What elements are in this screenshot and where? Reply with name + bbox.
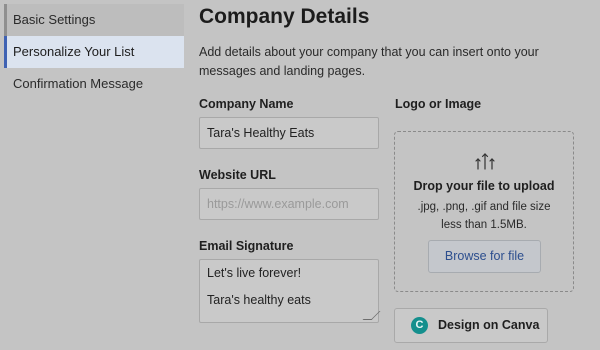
website-url-label: Website URL xyxy=(199,168,276,182)
drop-title: Drop your file to upload xyxy=(413,179,555,193)
email-signature-textarea[interactable]: Let's live forever! Tara's healthy eats xyxy=(199,259,381,323)
design-on-canva-button[interactable]: C Design on Canva xyxy=(394,308,548,343)
browse-file-button[interactable]: Browse for file xyxy=(428,240,541,273)
signature-line-2: Tara's healthy eats xyxy=(207,293,311,307)
resize-handle-icon[interactable] xyxy=(362,311,381,320)
canva-button-label: Design on Canva xyxy=(438,318,540,332)
signature-line-1: Let's live forever! xyxy=(207,266,302,280)
settings-sidebar: Basic Settings Personalize Your List Con… xyxy=(0,0,186,350)
company-name-input[interactable]: Tara's Healthy Eats xyxy=(199,117,379,149)
website-url-input[interactable]: https://www.example.com xyxy=(199,188,379,220)
email-signature-label: Email Signature xyxy=(199,239,294,253)
file-dropzone[interactable]: Drop your file to upload .jpg, .png, .gi… xyxy=(394,131,574,292)
sidebar-item-confirmation-message[interactable]: Confirmation Message xyxy=(4,68,184,100)
upload-arrows-icon xyxy=(475,153,495,170)
sidebar-item-personalize-your-list[interactable]: Personalize Your List xyxy=(4,36,184,68)
logo-label: Logo or Image xyxy=(395,97,482,111)
company-name-label: Company Name xyxy=(199,97,294,111)
page-description: Add details about your company that you … xyxy=(199,45,539,78)
drop-subtext: .jpg, .png, .gif and file size less than… xyxy=(417,201,551,231)
canva-logo-icon: C xyxy=(411,317,428,334)
sidebar-item-basic-settings[interactable]: Basic Settings xyxy=(4,4,184,36)
page-title: Company Details xyxy=(199,5,370,28)
